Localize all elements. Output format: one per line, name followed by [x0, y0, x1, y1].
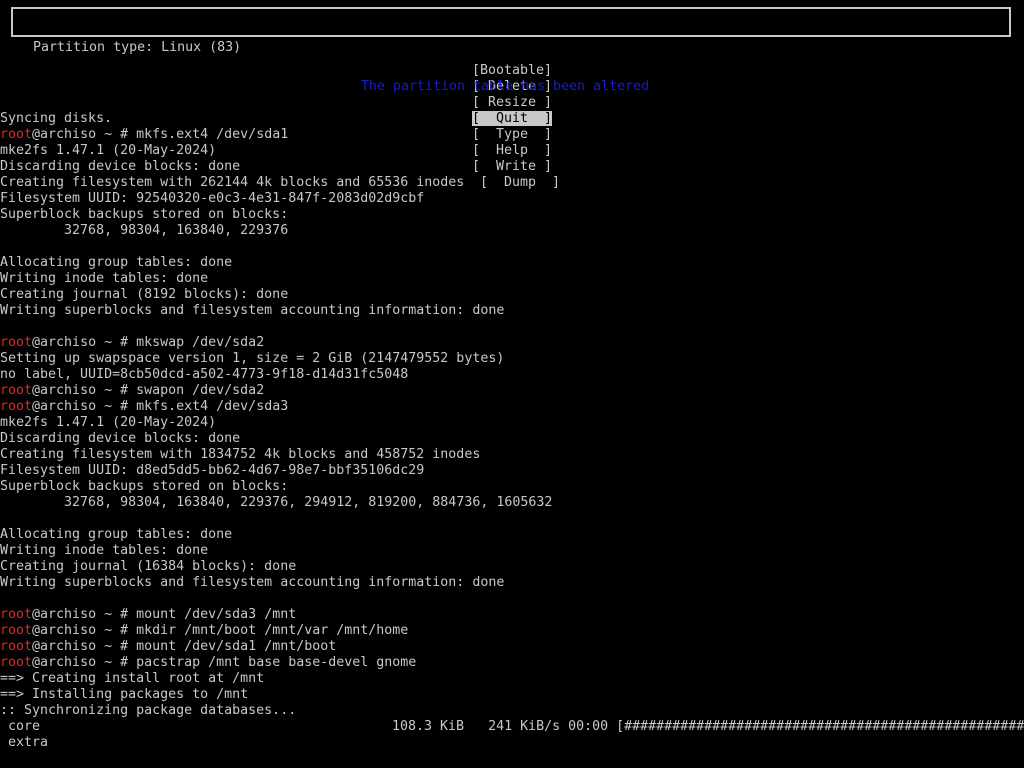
- progress-details: 108.3 KiB 241 KiB/s 00:00 [#############…: [392, 719, 1024, 734]
- output-line: Superblock backups stored on blocks:: [0, 479, 289, 494]
- output-line: :: Synchronizing package databases...: [0, 703, 297, 718]
- prompt-user: root: [0, 623, 33, 638]
- repo-name: core: [0, 719, 41, 734]
- output-line: mke2fs 1.47.1 (20-May-2024): [0, 415, 217, 430]
- output-line: Discarding device blocks: done: [0, 159, 241, 174]
- command-text: mount /dev/sda1 /mnt/boot: [136, 639, 337, 654]
- output-line: Filesystem UUID: d8ed5dd5-bb62-4d67-98e7…: [0, 463, 425, 478]
- prompt-user: root: [0, 639, 33, 654]
- command-text: pacstrap /mnt base base-devel gnome: [136, 655, 417, 670]
- prompt-host: @archiso ~ #: [32, 399, 137, 414]
- prompt-host: @archiso ~ #: [32, 383, 137, 398]
- prompt-host: @archiso ~ #: [32, 127, 137, 142]
- output-line: Creating filesystem with 262144 4k block…: [0, 175, 465, 190]
- command-text: mkdir /mnt/boot /mnt/var /mnt/home: [136, 623, 409, 638]
- terminal-output: Syncing disks. root@archiso ~ # mkfs.ext4…: [0, 111, 1024, 751]
- prompt-host: @archiso ~ #: [32, 639, 137, 654]
- prompt-host: @archiso ~ #: [32, 607, 137, 622]
- command-text: swapon /dev/sda2: [136, 383, 265, 398]
- prompt-user: root: [0, 655, 33, 670]
- prompt-line: root@archiso ~ # mkswap /dev/sda2: [0, 335, 1024, 351]
- prompt-line: root@archiso ~ # mount /dev/sda3 /mnt: [0, 607, 1024, 623]
- output-line: Setting up swapspace version 1, size = 2…: [0, 351, 505, 366]
- output-line: Writing inode tables: done: [0, 271, 209, 286]
- output-line: Creating filesystem with 1834752 4k bloc…: [0, 447, 481, 462]
- menu-bootable[interactable]: [Bootable]: [472, 63, 552, 78]
- output-line: mke2fs 1.47.1 (20-May-2024): [0, 143, 217, 158]
- command-text: mkfs.ext4 /dev/sda1: [136, 127, 289, 142]
- prompt-line: root@archiso ~ # mkfs.ext4 /dev/sda1: [0, 127, 1024, 143]
- command-text: mkswap /dev/sda2: [136, 335, 265, 350]
- output-line: Writing superblocks and filesystem accou…: [0, 303, 505, 318]
- prompt-line: root@archiso ~ # swapon /dev/sda2: [0, 383, 1024, 399]
- command-text: mount /dev/sda3 /mnt: [136, 607, 297, 622]
- prompt-line: root@archiso ~ # mkfs.ext4 /dev/sda3: [0, 399, 1024, 415]
- output-line: Allocating group tables: done: [0, 255, 233, 270]
- output-line: Discarding device blocks: done: [0, 431, 241, 446]
- output-line: Creating journal (8192 blocks): done: [0, 287, 289, 302]
- output-line: Filesystem UUID: 92540320-e0c3-4e31-847f…: [0, 191, 425, 206]
- partition-info-box: Partition type: Linux (83): [11, 7, 1011, 55]
- prompt-host: @archiso ~ #: [32, 655, 137, 670]
- output-line: no label, UUID=8cb50dcd-a502-4773-9f18-d…: [0, 367, 409, 382]
- prompt-user: root: [0, 399, 33, 414]
- prompt-user: root: [0, 383, 33, 398]
- status-message: The partition table has been altered: [360, 79, 650, 94]
- prompt-line: root@archiso ~ # mount /dev/sda1 /mnt/bo…: [0, 639, 1024, 655]
- output-line: 32768, 98304, 163840, 229376: [0, 223, 289, 238]
- output-line: Syncing disks.: [0, 111, 113, 126]
- output-line: Creating journal (16384 blocks): done: [0, 559, 297, 574]
- repo-name: extra: [0, 735, 49, 750]
- output-line: Allocating group tables: done: [0, 527, 233, 542]
- prompt-user: root: [0, 607, 33, 622]
- output-line: Writing inode tables: done: [0, 543, 209, 558]
- prompt-line: root@archiso ~ # pacstrap /mnt base base…: [0, 655, 1024, 671]
- output-line: Writing superblocks and filesystem accou…: [0, 575, 505, 590]
- command-text: mkfs.ext4 /dev/sda3: [136, 399, 289, 414]
- prompt-host: @archiso ~ #: [32, 623, 137, 638]
- output-line: ==> Installing packages to /mnt: [0, 687, 249, 702]
- menu-resize[interactable]: [ Resize ]: [472, 95, 552, 110]
- output-line: ==> Creating install root at /mnt: [0, 671, 265, 686]
- prompt-line: root@archiso ~ # mkdir /mnt/boot /mnt/va…: [0, 623, 1024, 639]
- download-progress-row: extra: [0, 735, 1024, 751]
- download-progress-row: core 108.3 KiB 241 KiB/s 00:00 [#########…: [0, 719, 1024, 735]
- prompt-user: root: [0, 335, 33, 350]
- output-line: Superblock backups stored on blocks:: [0, 207, 289, 222]
- prompt-user: root: [0, 127, 33, 142]
- cfdisk-menu-bar: [Bootable] [ Delete ] [ Resize ] [ Quit …: [0, 47, 1024, 190]
- prompt-host: @archiso ~ #: [32, 335, 137, 350]
- output-line: 32768, 98304, 163840, 229376, 294912, 81…: [0, 495, 553, 510]
